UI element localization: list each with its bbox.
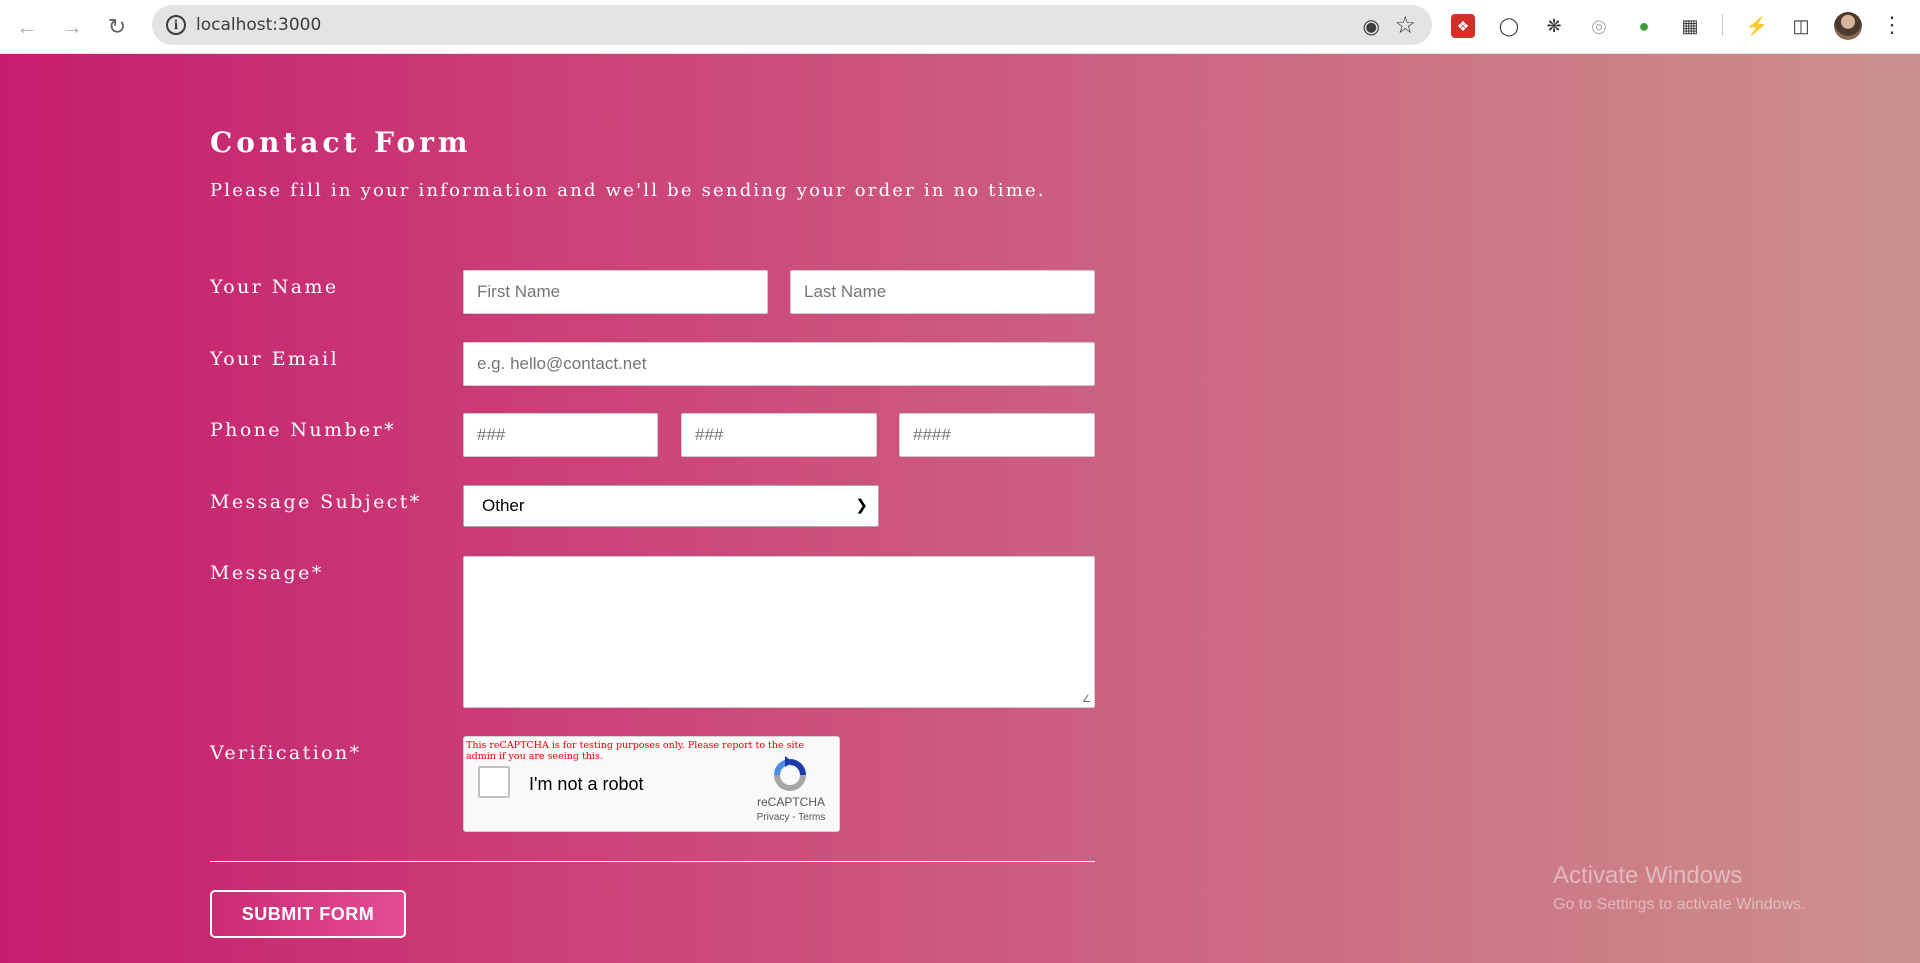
kebab-menu-icon[interactable]: ⋮ [1880,12,1904,40]
extensions-puzzle-icon[interactable]: ▦ [1676,12,1704,40]
extension-red-icon[interactable]: ❖ [1451,14,1475,38]
label-your-email: Your Email [210,348,340,370]
star-icon[interactable]: ☆ [1394,11,1416,40]
resize-handle-icon[interactable]: ∠ [1082,695,1092,705]
submit-form-button[interactable]: SUBMIT FORM [210,890,406,938]
watermark-title: Activate Windows [1553,862,1743,889]
watermark-subtitle: Go to Settings to activate Windows. [1553,896,1806,913]
arrow-right-icon: → [61,14,83,39]
browser-toolbar: ← → ↻ i localhost:3000 ◉ ☆ ❖ ◯ ❋ ◎ ● ▦ ⚡… [0,0,1920,54]
page-subtitle: Please fill in your information and we'l… [210,180,1046,201]
info-icon[interactable]: i [166,15,186,35]
performance-icon[interactable]: ⚡ [1743,12,1771,40]
message-textarea[interactable] [463,556,1095,708]
extension-frog-icon[interactable]: ● [1630,12,1658,40]
windows-activation-watermark: Activate Windows Go to Settings to activ… [1553,862,1806,914]
side-panel-icon[interactable]: ◫ [1787,12,1815,40]
url-text[interactable]: localhost:3000 [196,15,321,35]
reload-icon: ↻ [107,14,127,39]
last-name-input[interactable] [790,270,1095,314]
back-button[interactable]: ← [10,10,44,44]
arrow-left-icon: ← [16,14,38,39]
subject-select[interactable]: Other ❯ [463,485,879,527]
phone-area-input[interactable] [463,413,658,457]
forward-button[interactable]: → [55,10,89,44]
page-title: Contact Form [210,126,472,159]
subject-selected-value: Other [482,496,525,515]
first-name-input[interactable] [463,270,768,314]
extension-bug-icon[interactable]: ❋ [1540,12,1568,40]
recaptcha-label: I'm not a robot [529,774,644,794]
toolbar-divider [1722,14,1723,36]
recaptcha-checkbox[interactable] [478,766,510,798]
label-your-name: Your Name [210,276,339,298]
profile-avatar[interactable] [1834,12,1862,40]
extension-circle-icon[interactable]: ◎ [1585,12,1613,40]
phone-prefix-input[interactable] [681,413,877,457]
reload-button[interactable]: ↻ [100,10,134,44]
label-message: Message* [210,562,324,584]
email-input[interactable] [463,342,1095,386]
recaptcha-widget: This reCAPTCHA is for testing purposes o… [463,736,840,832]
page-content: Contact Form Please fill in your informa… [0,54,1920,963]
recaptcha-logo-icon [774,756,806,791]
phone-line-input[interactable] [899,413,1095,457]
label-verification: Verification* [210,742,362,764]
address-bar[interactable]: i localhost:3000 ◉ ☆ [152,5,1432,45]
chevron-down-icon: ❯ [855,497,868,514]
form-divider [210,861,1095,862]
eye-off-icon[interactable]: ◉ [1363,14,1380,39]
label-message-subject: Message Subject* [210,491,422,513]
extension-code-icon[interactable]: ◯ [1495,12,1523,40]
recaptcha-brand: reCAPTCHA [756,795,825,809]
label-phone-number: Phone Number* [210,419,397,441]
recaptcha-privacy-terms-link[interactable]: Privacy - Terms [746,812,836,823]
